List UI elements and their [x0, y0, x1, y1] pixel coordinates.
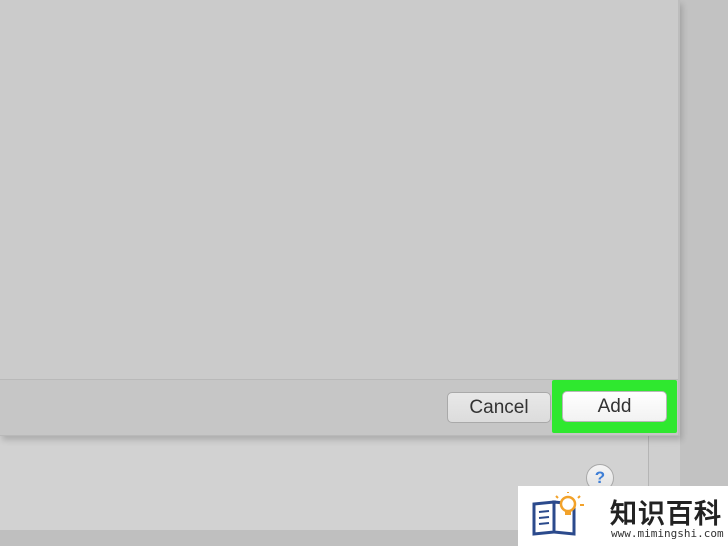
- watermark: 知识百科 www.mimingshi.com: [518, 486, 728, 546]
- watermark-url: www.mimingshi.com: [611, 527, 724, 540]
- book-lightbulb-icon: [532, 492, 584, 536]
- watermark-title: 知识百科: [610, 499, 722, 530]
- dialog-content-area: [0, 0, 678, 379]
- add-dialog: [0, 0, 680, 436]
- cancel-button[interactable]: Cancel: [447, 392, 551, 423]
- add-button[interactable]: Add: [562, 391, 667, 422]
- background-window-edge: [680, 0, 728, 546]
